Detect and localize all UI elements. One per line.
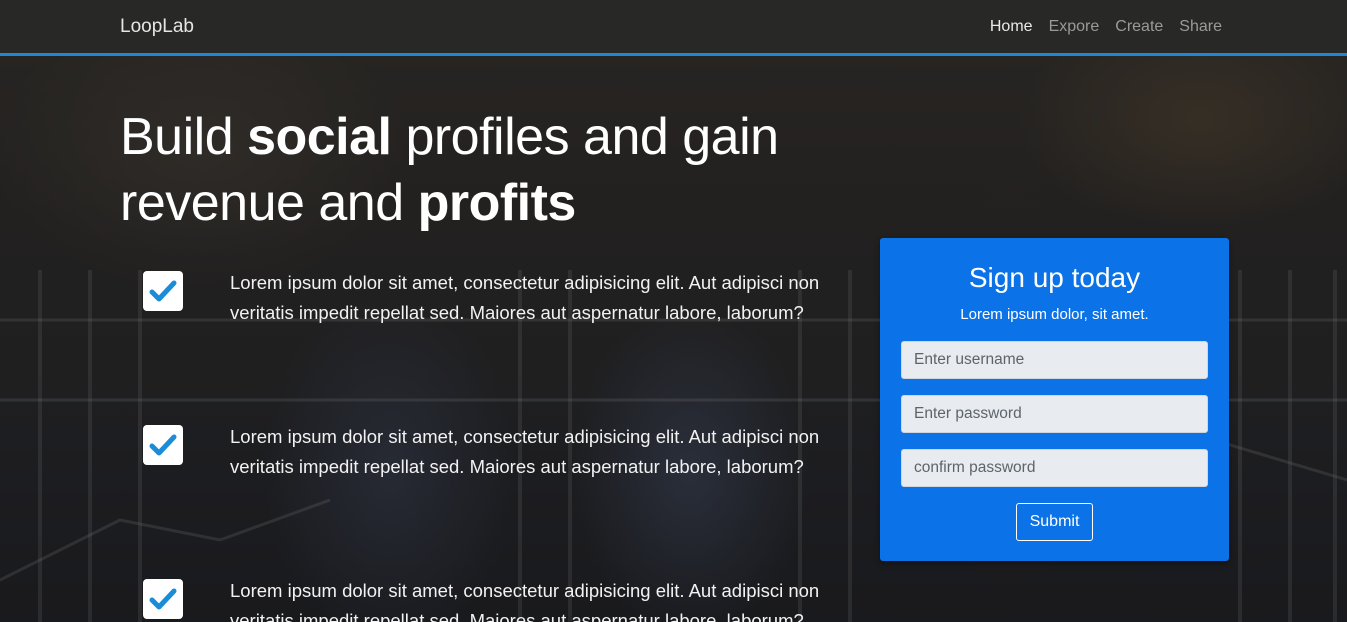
feature-text: Lorem ipsum dolor sit amet, consectetur … <box>230 580 820 622</box>
nav-link-share[interactable]: Share <box>1179 18 1222 36</box>
navbar: LoopLab Home Expore Create Share <box>0 0 1347 56</box>
nav-link-home[interactable]: Home <box>990 18 1033 36</box>
brand-logo[interactable]: LoopLab <box>120 16 194 38</box>
headline-bold-profits: profits <box>417 174 577 232</box>
nav-link-create[interactable]: Create <box>1115 18 1163 36</box>
check-icon <box>143 271 183 311</box>
signup-card: Sign up today Lorem ipsum dolor, sit ame… <box>880 238 1229 561</box>
headline-bold-social: social <box>247 108 392 166</box>
feature-text: Lorem ipsum dolor sit amet, consectetur … <box>230 272 820 323</box>
check-icon <box>143 579 183 619</box>
hero-headline: Build social profiles and gain revenue a… <box>120 104 840 236</box>
feature-text: Lorem ipsum dolor sit amet, consectetur … <box>230 426 820 477</box>
nav-links: Home Expore Create Share <box>990 18 1222 36</box>
username-input[interactable] <box>901 341 1208 379</box>
confirm-password-input[interactable] <box>901 449 1208 487</box>
page: LoopLab Home Expore Create Share Build s… <box>0 0 1347 622</box>
submit-button[interactable]: Submit <box>1016 503 1093 541</box>
check-icon <box>143 425 183 465</box>
nav-link-explore[interactable]: Expore <box>1049 18 1100 36</box>
signup-title: Sign up today <box>968 262 1141 293</box>
signup-subtitle: Lorem ipsum dolor, sit amet. <box>960 306 1149 323</box>
headline-part-1: Build <box>120 108 248 166</box>
password-input[interactable] <box>901 395 1208 433</box>
